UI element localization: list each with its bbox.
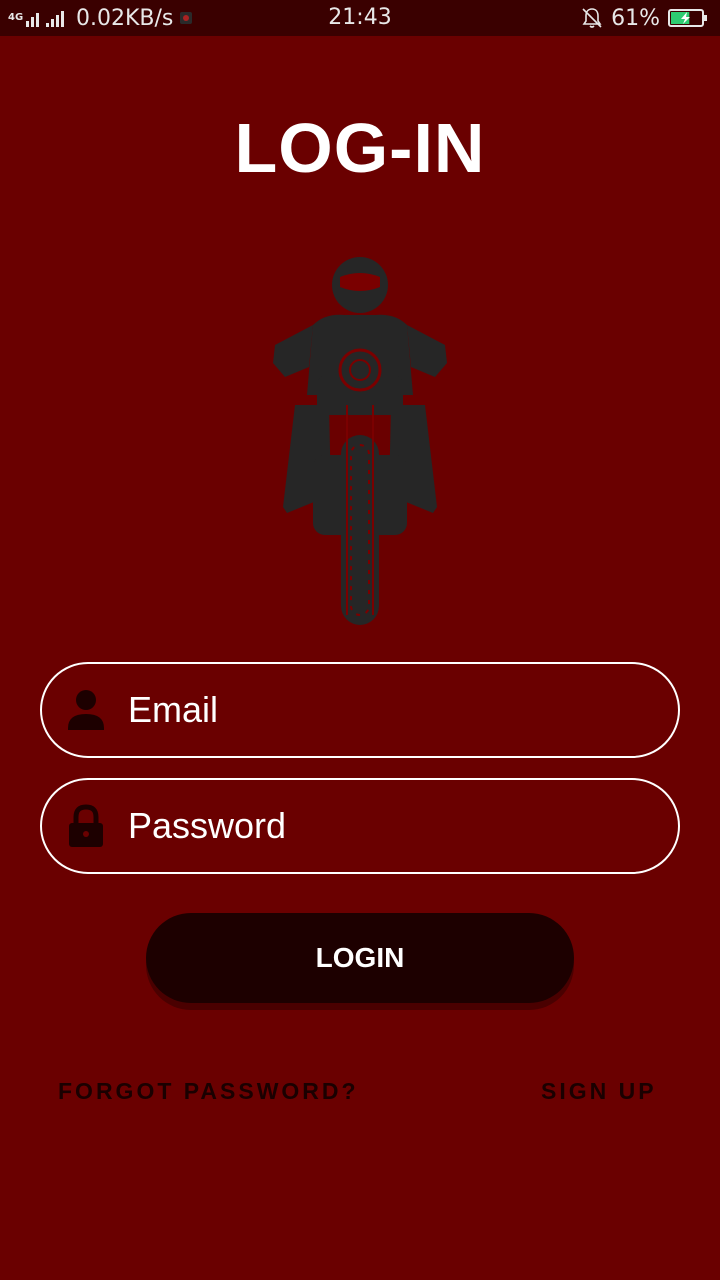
battery-percent: 61% [611,5,660,31]
page-title: LOG-IN [234,109,486,187]
email-field[interactable] [40,662,680,758]
sign-up-link[interactable]: SIGN UP [541,1078,657,1105]
lock-icon [69,804,103,847]
password-input[interactable] [128,790,648,862]
login-button[interactable]: LOGIN [146,913,574,1003]
motorcycle-rider-icon [273,257,447,625]
bell-off-icon [582,8,602,28]
forgot-password-link[interactable]: FORGOT PASSWORD? [58,1078,359,1105]
email-input[interactable] [128,674,648,746]
status-bar: 4G 0.02KB/s 21:43 61% [0,0,720,36]
status-right: 61% [581,4,708,32]
person-icon [68,690,104,730]
battery-icon [668,9,707,27]
password-field[interactable] [40,778,680,874]
